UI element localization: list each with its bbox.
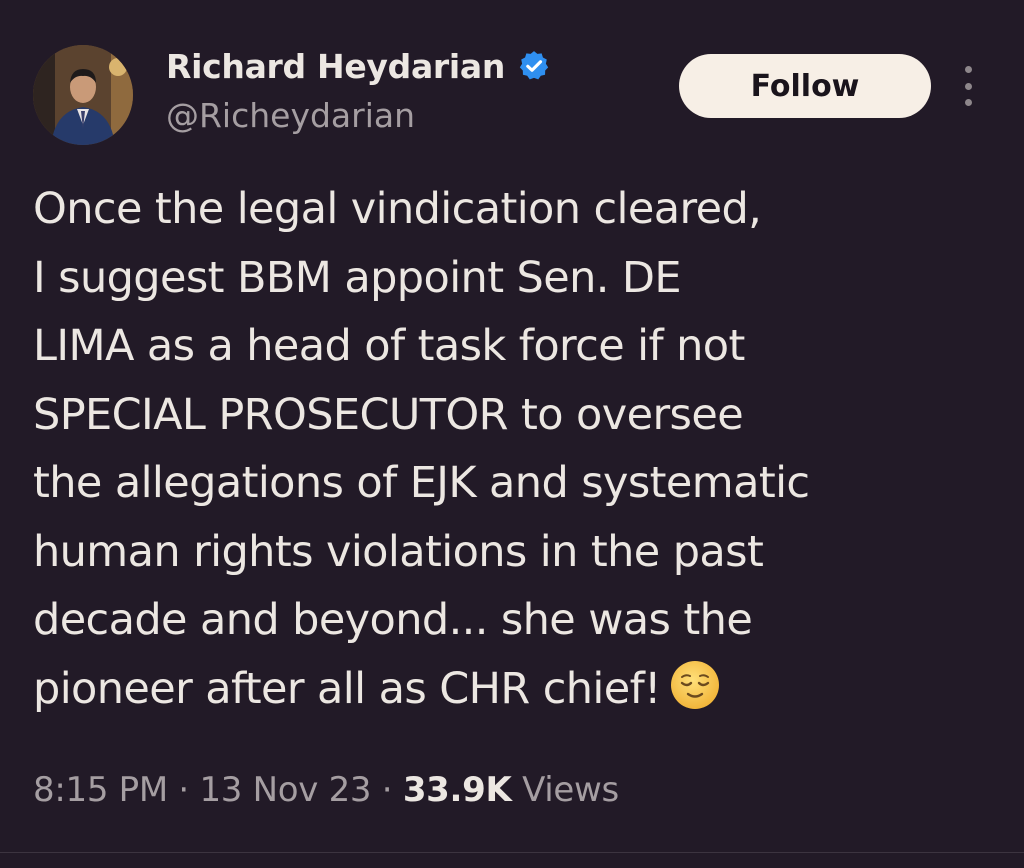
meta-separator: · [381,770,393,810]
tweet-line: human rights violations in the past [33,526,764,577]
more-options-icon[interactable] [956,66,980,106]
avatar[interactable] [33,45,133,145]
author-row: Richard Heydarian [166,44,551,88]
dot [964,82,972,90]
tweet-line: LIMA as a head of task force if not [33,321,745,371]
author-display-name[interactable]: Richard Heydarian [166,47,505,86]
follow-button[interactable]: Follow [679,54,931,118]
tweet-line: the allegations of EJK and systematic [33,458,810,508]
tweet-time[interactable]: 8:15 PM [33,770,168,810]
tweet-last-line-wrap: pioneer after all as CHR chief! [33,655,993,724]
views-count: 33.9K [402,770,512,810]
tweet-card: Richard Heydarian @Richeydarian Follow O… [0,0,1024,868]
tweet-date[interactable]: 13 Nov 23 [199,770,371,810]
meta-separator: · [178,770,189,810]
dot [964,99,972,106]
author-handle[interactable]: @Richeydarian [166,96,415,135]
verified-badge-icon [517,49,551,83]
relieved-face-emoji-icon [669,659,721,711]
tweet-line: decade and beyond... she was the [33,595,753,645]
tweet-line: Once the legal vindication cleared, [33,184,762,234]
tweet-line: pioneer after all as CHR chief! [33,663,661,714]
tweet-line: SPECIAL PROSECUTOR to oversee [33,389,744,440]
tweet-line: I suggest BBM appoint Sen. DE [33,252,682,303]
tweet-text: Once the legal vindication cleared, I su… [33,175,993,723]
divider [0,852,1024,853]
views-label: Views [522,770,619,810]
dot [964,66,972,73]
tweet-meta: 8:15 PM · 13 Nov 23 · 33.9K Views [33,770,619,810]
